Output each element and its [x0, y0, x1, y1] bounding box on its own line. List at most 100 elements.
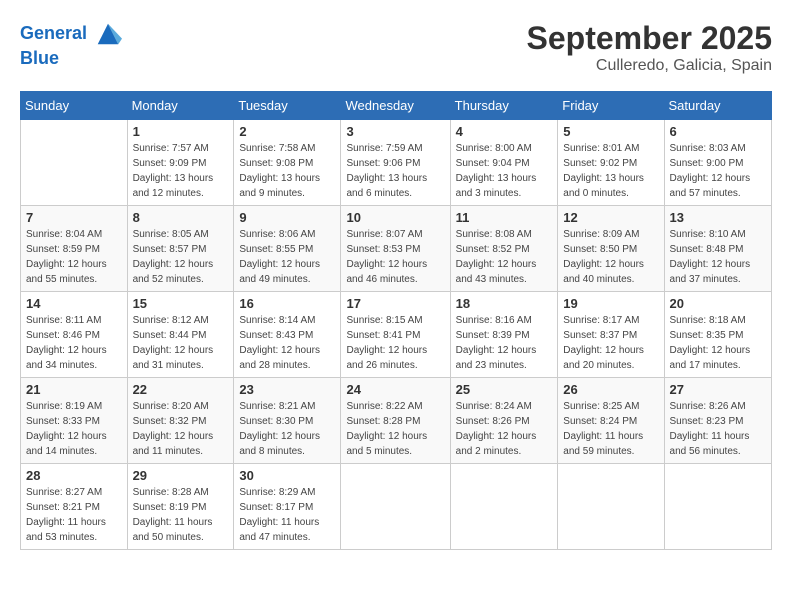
- calendar-cell: 18 Sunrise: 8:16 AMSunset: 8:39 PMDayligh…: [450, 292, 558, 378]
- calendar-cell: [558, 464, 664, 550]
- day-number: 12: [563, 210, 658, 225]
- calendar-cell: 15 Sunrise: 8:12 AMSunset: 8:44 PMDayligh…: [127, 292, 234, 378]
- calendar-cell: 28 Sunrise: 8:27 AMSunset: 8:21 PMDayligh…: [21, 464, 128, 550]
- month-title: September 2025: [527, 20, 772, 57]
- calendar-cell: 3 Sunrise: 7:59 AMSunset: 9:06 PMDaylight…: [341, 120, 450, 206]
- weekday-thursday: Thursday: [450, 92, 558, 120]
- week-row-4: 21Sunrise: 8:19 AMSunset: 8:33 PMDayligh…: [21, 378, 772, 464]
- day-number: 13: [670, 210, 766, 225]
- day-info: Sunrise: 8:25 AMSunset: 8:24 PMDaylight:…: [563, 399, 658, 459]
- week-row-1: 1 Sunrise: 7:57 AMSunset: 9:09 PMDaylight…: [21, 120, 772, 206]
- weekday-saturday: Saturday: [664, 92, 771, 120]
- day-number: 5: [563, 124, 658, 139]
- day-number: 30: [239, 468, 335, 483]
- calendar-cell: 8 Sunrise: 8:05 AMSunset: 8:57 PMDaylight…: [127, 206, 234, 292]
- day-number: 26: [563, 382, 658, 397]
- week-row-2: 7Sunrise: 8:04 AMSunset: 8:59 PMDaylight…: [21, 206, 772, 292]
- day-number: 9: [239, 210, 335, 225]
- calendar-cell: 30 Sunrise: 8:29 AMSunset: 8:17 PMDayligh…: [234, 464, 341, 550]
- calendar-cell: 16Sunrise: 8:14 AMSunset: 8:43 PMDayligh…: [234, 292, 341, 378]
- week-row-5: 28 Sunrise: 8:27 AMSunset: 8:21 PMDayligh…: [21, 464, 772, 550]
- day-info: Sunrise: 8:11 AMSunset: 8:46 PMDaylight:…: [26, 313, 122, 373]
- day-number: 17: [346, 296, 444, 311]
- calendar-cell: 21Sunrise: 8:19 AMSunset: 8:33 PMDayligh…: [21, 378, 128, 464]
- day-info: Sunrise: 8:10 AMSunset: 8:48 PMDaylight:…: [670, 227, 766, 287]
- day-info: Sunrise: 8:15 AMSunset: 8:41 PMDaylight:…: [346, 313, 444, 373]
- page-header: General Blue September 2025 Culleredo, G…: [20, 20, 772, 75]
- day-number: 11: [456, 210, 553, 225]
- day-info: Sunrise: 7:59 AMSunset: 9:06 PMDaylight:…: [346, 141, 444, 201]
- day-info: Sunrise: 8:00 AMSunset: 9:04 PMDaylight:…: [456, 141, 553, 201]
- day-number: 18: [456, 296, 553, 311]
- day-info: Sunrise: 8:21 AMSunset: 8:30 PMDaylight:…: [239, 399, 335, 459]
- day-info: Sunrise: 8:08 AMSunset: 8:52 PMDaylight:…: [456, 227, 553, 287]
- day-info: Sunrise: 8:01 AMSunset: 9:02 PMDaylight:…: [563, 141, 658, 201]
- day-number: 16: [239, 296, 335, 311]
- calendar-cell: 2 Sunrise: 7:58 AMSunset: 9:08 PMDaylight…: [234, 120, 341, 206]
- day-info: Sunrise: 8:16 AMSunset: 8:39 PMDaylight:…: [456, 313, 553, 373]
- day-info: Sunrise: 7:57 AMSunset: 9:09 PMDaylight:…: [133, 141, 229, 201]
- day-info: Sunrise: 8:29 AMSunset: 8:17 PMDaylight:…: [239, 485, 335, 545]
- day-info: Sunrise: 8:06 AMSunset: 8:55 PMDaylight:…: [239, 227, 335, 287]
- day-number: 22: [133, 382, 229, 397]
- calendar-cell: 29Sunrise: 8:28 AMSunset: 8:19 PMDayligh…: [127, 464, 234, 550]
- day-number: 28: [26, 468, 122, 483]
- day-number: 20: [670, 296, 766, 311]
- day-info: Sunrise: 8:05 AMSunset: 8:57 PMDaylight:…: [133, 227, 229, 287]
- calendar-cell: 9 Sunrise: 8:06 AMSunset: 8:55 PMDaylight…: [234, 206, 341, 292]
- day-number: 27: [670, 382, 766, 397]
- calendar-cell: 11 Sunrise: 8:08 AMSunset: 8:52 PMDayligh…: [450, 206, 558, 292]
- day-number: 8: [133, 210, 229, 225]
- calendar-cell: [450, 464, 558, 550]
- day-number: 4: [456, 124, 553, 139]
- calendar-cell: 4 Sunrise: 8:00 AMSunset: 9:04 PMDaylight…: [450, 120, 558, 206]
- location: Culleredo, Galicia, Spain: [527, 57, 772, 75]
- calendar-cell: 14 Sunrise: 8:11 AMSunset: 8:46 PMDayligh…: [21, 292, 128, 378]
- day-number: 23: [239, 382, 335, 397]
- calendar-cell: [21, 120, 128, 206]
- calendar-cell: 7Sunrise: 8:04 AMSunset: 8:59 PMDaylight…: [21, 206, 128, 292]
- calendar-cell: 6 Sunrise: 8:03 AMSunset: 9:00 PMDaylight…: [664, 120, 771, 206]
- day-number: 14: [26, 296, 122, 311]
- day-info: Sunrise: 8:07 AMSunset: 8:53 PMDaylight:…: [346, 227, 444, 287]
- calendar-cell: 12 Sunrise: 8:09 AMSunset: 8:50 PMDayligh…: [558, 206, 664, 292]
- day-info: Sunrise: 8:22 AMSunset: 8:28 PMDaylight:…: [346, 399, 444, 459]
- day-info: Sunrise: 8:27 AMSunset: 8:21 PMDaylight:…: [26, 485, 122, 545]
- day-number: 19: [563, 296, 658, 311]
- day-number: 2: [239, 124, 335, 139]
- calendar-cell: 5 Sunrise: 8:01 AMSunset: 9:02 PMDaylight…: [558, 120, 664, 206]
- logo-general: General: [20, 23, 87, 43]
- day-info: Sunrise: 8:04 AMSunset: 8:59 PMDaylight:…: [26, 227, 122, 287]
- calendar-cell: 27Sunrise: 8:26 AMSunset: 8:23 PMDayligh…: [664, 378, 771, 464]
- calendar-cell: 1 Sunrise: 7:57 AMSunset: 9:09 PMDaylight…: [127, 120, 234, 206]
- day-info: Sunrise: 8:18 AMSunset: 8:35 PMDaylight:…: [670, 313, 766, 373]
- logo: General Blue: [20, 20, 122, 70]
- day-info: Sunrise: 8:17 AMSunset: 8:37 PMDaylight:…: [563, 313, 658, 373]
- calendar-cell: 17 Sunrise: 8:15 AMSunset: 8:41 PMDayligh…: [341, 292, 450, 378]
- logo-blue: Blue: [20, 48, 122, 70]
- weekday-tuesday: Tuesday: [234, 92, 341, 120]
- calendar-cell: 23 Sunrise: 8:21 AMSunset: 8:30 PMDayligh…: [234, 378, 341, 464]
- weekday-header-row: SundayMondayTuesdayWednesdayThursdayFrid…: [21, 92, 772, 120]
- weekday-wednesday: Wednesday: [341, 92, 450, 120]
- weekday-monday: Monday: [127, 92, 234, 120]
- title-block: September 2025 Culleredo, Galicia, Spain: [527, 20, 772, 75]
- day-number: 3: [346, 124, 444, 139]
- day-info: Sunrise: 8:24 AMSunset: 8:26 PMDaylight:…: [456, 399, 553, 459]
- day-info: Sunrise: 8:03 AMSunset: 9:00 PMDaylight:…: [670, 141, 766, 201]
- day-number: 25: [456, 382, 553, 397]
- calendar-cell: 10 Sunrise: 8:07 AMSunset: 8:53 PMDayligh…: [341, 206, 450, 292]
- week-row-3: 14 Sunrise: 8:11 AMSunset: 8:46 PMDayligh…: [21, 292, 772, 378]
- day-number: 1: [133, 124, 229, 139]
- calendar-cell: 26 Sunrise: 8:25 AMSunset: 8:24 PMDayligh…: [558, 378, 664, 464]
- day-info: Sunrise: 7:58 AMSunset: 9:08 PMDaylight:…: [239, 141, 335, 201]
- calendar-cell: 20 Sunrise: 8:18 AMSunset: 8:35 PMDayligh…: [664, 292, 771, 378]
- day-number: 15: [133, 296, 229, 311]
- logo-icon: [94, 20, 122, 48]
- day-info: Sunrise: 8:12 AMSunset: 8:44 PMDaylight:…: [133, 313, 229, 373]
- calendar-cell: [664, 464, 771, 550]
- day-info: Sunrise: 8:28 AMSunset: 8:19 PMDaylight:…: [133, 485, 229, 545]
- day-number: 6: [670, 124, 766, 139]
- day-number: 10: [346, 210, 444, 225]
- day-info: Sunrise: 8:09 AMSunset: 8:50 PMDaylight:…: [563, 227, 658, 287]
